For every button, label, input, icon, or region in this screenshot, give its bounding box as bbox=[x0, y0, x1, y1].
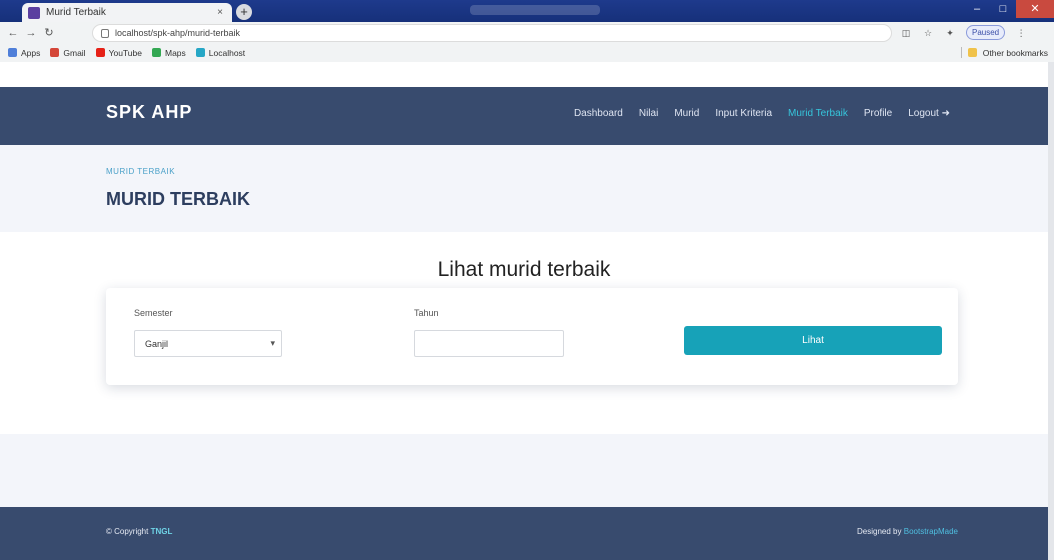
apps-grid-icon bbox=[8, 48, 17, 57]
copyright-prefix: © Copyright bbox=[106, 527, 149, 536]
bookmark-gmail[interactable]: Gmail bbox=[50, 48, 86, 58]
back-arrow-icon[interactable]: ← bbox=[6, 25, 20, 41]
close-window-button[interactable]: ✕ bbox=[1016, 0, 1054, 18]
page-scrollbar[interactable] bbox=[1048, 62, 1054, 560]
page-hero: MURID TERBAIK MURID TERBAIK bbox=[0, 145, 1048, 232]
tab-title: Murid Terbaik bbox=[46, 7, 106, 18]
window-title-blurred bbox=[470, 5, 600, 15]
copyright-name: TNGL bbox=[150, 527, 173, 536]
new-tab-button[interactable]: + bbox=[236, 4, 252, 20]
nav-murid[interactable]: Murid bbox=[674, 108, 699, 119]
menu-dots-icon[interactable]: ⋮ bbox=[1015, 27, 1027, 39]
extension-area: ◫ ☆ ✦ Paused ⋮ bbox=[900, 25, 1027, 40]
browser-tab[interactable]: Murid Terbaik × bbox=[22, 3, 232, 22]
bookmark-separator bbox=[960, 47, 962, 58]
chevron-down-icon: ▾ bbox=[270, 338, 275, 348]
nav-murid-terbaik[interactable]: Murid Terbaik bbox=[788, 108, 848, 119]
localhost-icon bbox=[195, 48, 205, 57]
filter-card: Semester Ganjil ▾ Tahun Lihat bbox=[106, 288, 958, 385]
nav-buttons: ← → ↻ bbox=[6, 25, 56, 41]
nav-profile[interactable]: Profile bbox=[864, 108, 892, 119]
other-bookmarks[interactable]: Other bookmarks bbox=[960, 47, 1048, 58]
forward-arrow-icon[interactable]: → bbox=[24, 25, 38, 41]
nav-logout-label: Logout bbox=[908, 108, 939, 119]
tahun-label: Tahun bbox=[414, 308, 439, 318]
lihat-button[interactable]: Lihat bbox=[684, 326, 942, 355]
gmail-icon bbox=[50, 48, 60, 57]
browser-window: Murid Terbaik × + – □ ✕ ← → ↻ localhost/… bbox=[0, 0, 1054, 560]
title-bar: Murid Terbaik × + – □ ✕ bbox=[0, 0, 1054, 22]
semester-label: Semester bbox=[134, 308, 173, 318]
page-title: MURID TERBAIK bbox=[106, 189, 250, 209]
profile-button[interactable]: Paused bbox=[966, 25, 1006, 40]
bookmarks-bar: Apps Gmail YouTube Maps Localhost Other … bbox=[0, 43, 1054, 62]
maps-icon bbox=[151, 48, 161, 57]
bookmark-youtube[interactable]: YouTube bbox=[95, 48, 142, 58]
main-nav: Dashboard Nilai Murid Input Kriteria Mur… bbox=[574, 108, 950, 119]
puzzle-icon[interactable]: ✦ bbox=[944, 27, 956, 39]
nav-input-kriteria[interactable]: Input Kriteria bbox=[715, 108, 772, 119]
reload-icon[interactable]: ↻ bbox=[42, 25, 56, 41]
designer-link[interactable]: BootstrapMade bbox=[904, 527, 958, 536]
breadcrumb[interactable]: MURID TERBAIK bbox=[106, 167, 175, 176]
site-favicon-icon bbox=[28, 6, 40, 19]
lock-icon bbox=[101, 28, 109, 38]
footer-copyright: © Copyright TNGL bbox=[106, 527, 172, 536]
window-controls: – □ ✕ bbox=[964, 0, 1054, 18]
nav-logout[interactable]: Logout ➜ bbox=[908, 108, 950, 119]
minimize-button[interactable]: – bbox=[964, 0, 990, 18]
nav-dashboard[interactable]: Dashboard bbox=[574, 108, 623, 119]
browser-toolbar: ← → ↻ localhost/spk-ahp/murid-terbaik ◫ … bbox=[0, 22, 1054, 62]
maximize-button[interactable]: □ bbox=[990, 0, 1016, 18]
section-title: Lihat murid terbaik bbox=[437, 258, 611, 281]
youtube-icon bbox=[95, 48, 105, 57]
semester-selected-value: Ganjil bbox=[145, 338, 169, 349]
url-text: localhost/spk-ahp/murid-terbaik bbox=[115, 28, 241, 38]
bookmark-apps[interactable]: Apps bbox=[8, 48, 40, 58]
extension-icon[interactable]: ◫ bbox=[900, 27, 912, 39]
site-header: SPK AHP Dashboard Nilai Murid Input Krit… bbox=[0, 87, 1048, 145]
content-band bbox=[0, 434, 1048, 507]
address-bar[interactable]: localhost/spk-ahp/murid-terbaik bbox=[92, 24, 892, 42]
bookmark-localhost[interactable]: Localhost bbox=[195, 48, 245, 58]
star-icon[interactable]: ☆ bbox=[922, 27, 934, 39]
nav-nilai[interactable]: Nilai bbox=[639, 108, 658, 119]
site-brand[interactable]: SPK AHP bbox=[106, 102, 192, 123]
close-tab-icon[interactable]: × bbox=[214, 7, 226, 18]
footer-credits: Designed by BootstrapMade bbox=[857, 527, 958, 536]
designed-prefix: Designed by bbox=[857, 527, 902, 536]
logout-icon: ➜ bbox=[941, 108, 950, 119]
semester-select[interactable]: Ganjil ▾ bbox=[134, 330, 282, 357]
tahun-input[interactable] bbox=[414, 330, 564, 357]
bookmark-maps[interactable]: Maps bbox=[151, 48, 186, 58]
folder-icon bbox=[967, 48, 977, 57]
site-footer: © Copyright TNGL Designed by BootstrapMa… bbox=[0, 507, 1048, 560]
web-page: SPK AHP Dashboard Nilai Murid Input Krit… bbox=[0, 62, 1048, 560]
